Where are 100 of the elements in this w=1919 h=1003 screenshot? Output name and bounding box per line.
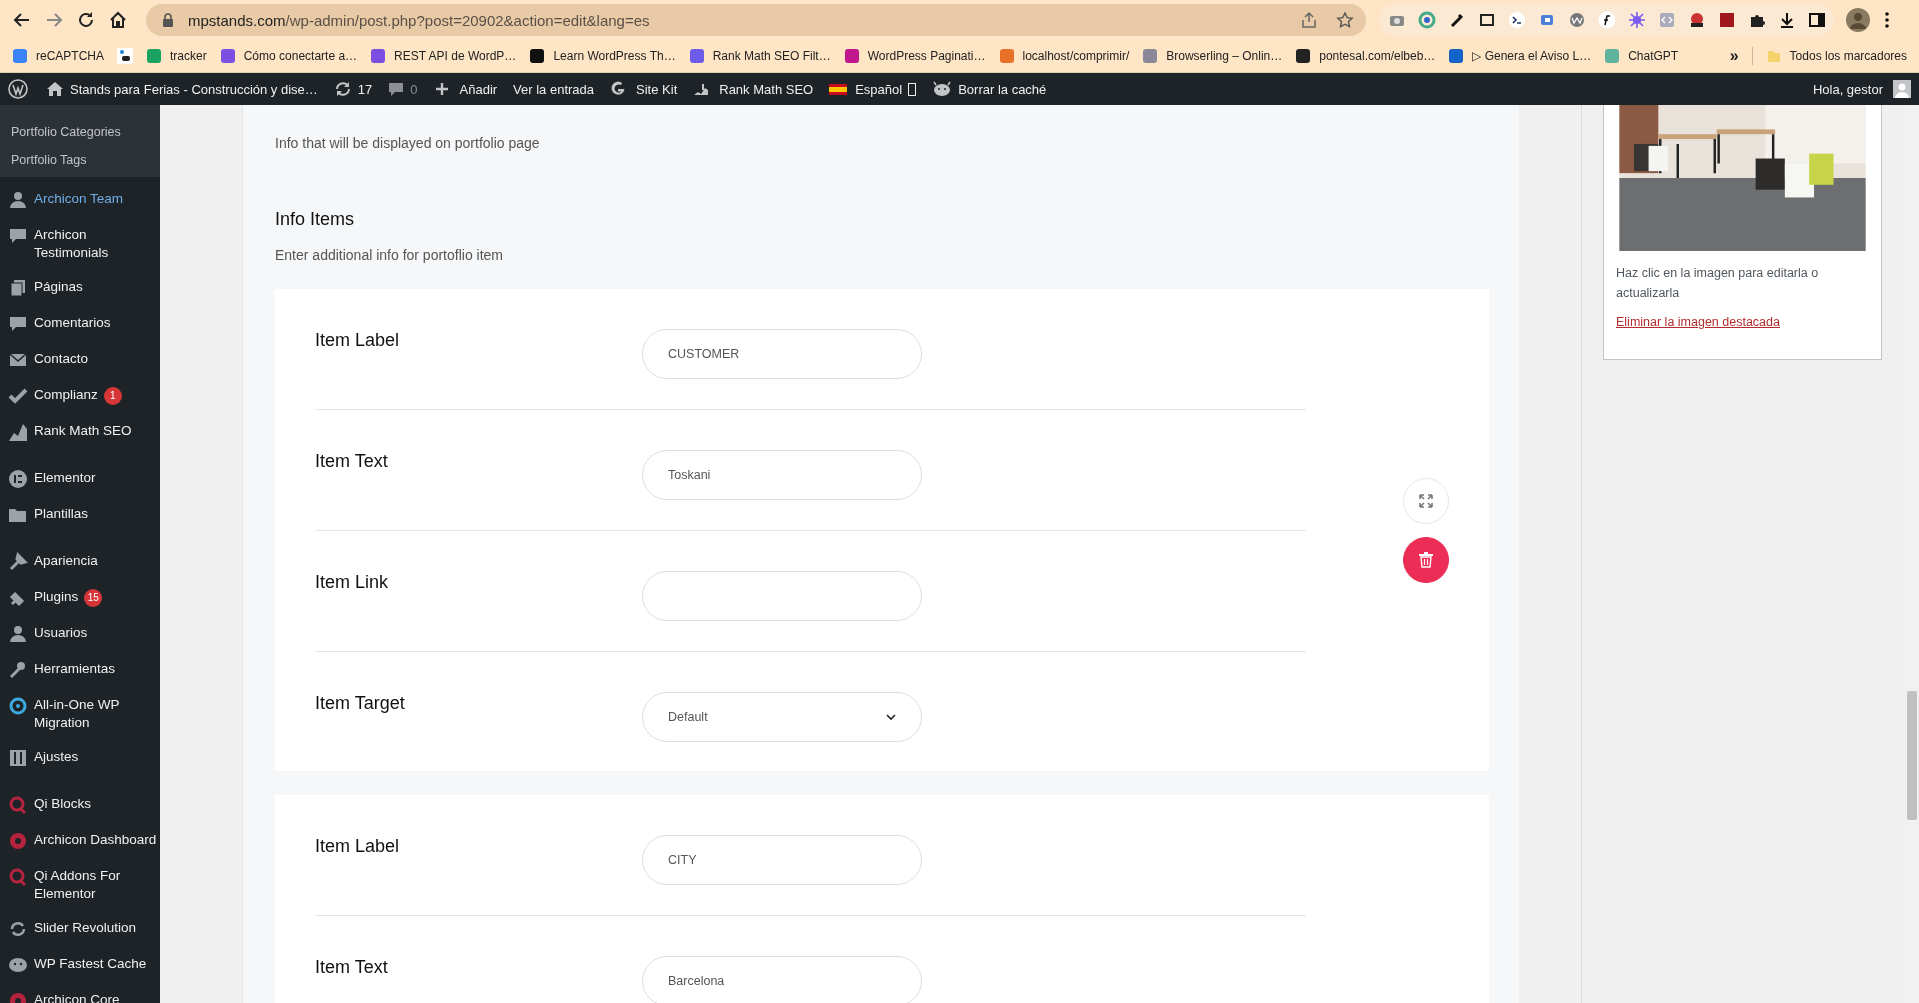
- home-icon[interactable]: [108, 10, 128, 30]
- remove-image-link[interactable]: Eliminar la imagen destacada: [1616, 315, 1780, 329]
- sidebar-menu-item[interactable]: Rank Math SEO: [34, 422, 132, 440]
- avatar-icon[interactable]: [1846, 8, 1870, 32]
- chart-icon: [8, 422, 28, 442]
- animal-head-icon: [8, 955, 28, 975]
- updates-link[interactable]: 17: [333, 81, 373, 97]
- wordpress-logo-icon[interactable]: [8, 79, 28, 99]
- bookmark[interactable]: pontesal.com/elbeb…: [1295, 48, 1436, 64]
- sidebar-menu-item[interactable]: Contacto: [34, 350, 89, 368]
- trash-icon: [1418, 551, 1433, 568]
- field-label: Item Label: [315, 835, 401, 858]
- address-bar[interactable]: mpstands.com/wp-admin/post.php?post=20902&action=edit&lang=es: [146, 4, 1366, 36]
- menu-icon[interactable]: [1884, 11, 1890, 29]
- bookmark[interactable]: Cómo conectarte a…: [219, 48, 358, 64]
- person-icon: [8, 190, 28, 210]
- favicon-icon: [843, 48, 860, 64]
- avatar-icon: [1893, 80, 1911, 98]
- help-text: Haz clic en la imagen para editarla o actualizarla: [1616, 265, 1820, 302]
- sidebar-menu-item[interactable]: Apariencia: [34, 552, 98, 570]
- field-label: Item Link: [315, 571, 390, 594]
- scrollbar-thumb[interactable]: [1907, 691, 1917, 820]
- input-field[interactable]: CUSTOMER: [642, 329, 922, 379]
- sidebar-menu-item[interactable]: Slider Revolution: [34, 919, 137, 937]
- flag-icon: [829, 81, 850, 97]
- bookmark[interactable]: localhost/comprimir/: [998, 48, 1130, 64]
- bookmark[interactable]: Rank Math SEO Filt…: [688, 48, 831, 64]
- admin-bar-link[interactable]: Borrar la caché: [932, 81, 1047, 97]
- bookmark[interactable]: ▷ Genera el Aviso L…: [1448, 48, 1592, 64]
- lock-icon: [162, 13, 174, 27]
- favicon-icon: [998, 48, 1015, 64]
- bookmark[interactable]: WordPress Paginati…: [843, 48, 986, 64]
- bookmark[interactable]: Learn WordPress Th…: [529, 48, 676, 64]
- target-icon: [8, 831, 28, 851]
- sidebar-menu-item[interactable]: WP Fastest Cache: [34, 955, 147, 973]
- all-bookmarks-folder[interactable]: Todos los marcadores: [1765, 48, 1907, 64]
- submenu-item[interactable]: Portfolio Categories: [0, 118, 160, 146]
- checkmark-icon: [8, 386, 28, 406]
- sidebar-menu-item[interactable]: Archicon Testimonials: [34, 226, 160, 262]
- sidebar-menu-item[interactable]: Usuarios: [34, 624, 88, 642]
- select-field[interactable]: Default: [642, 692, 922, 742]
- folder-icon: [1765, 48, 1782, 64]
- chevron-down-icon: [886, 713, 896, 721]
- favicon-icon: [219, 48, 236, 64]
- account-menu[interactable]: Hola, gestor: [1812, 80, 1911, 98]
- wrench-icon: [8, 660, 28, 680]
- admin-bar-link[interactable]: Ver la entrada: [513, 81, 595, 97]
- input-field[interactable]: Toskani: [642, 450, 922, 500]
- input-field[interactable]: [642, 571, 922, 621]
- bookmark[interactable]: REST API de WordP…: [370, 48, 517, 64]
- speech-bubble-icon: [8, 226, 28, 246]
- sidebar-menu-item[interactable]: All-in-One WP Migration: [34, 696, 160, 732]
- function-icon[interactable]: [1598, 11, 1616, 29]
- section-heading: Info Items: [275, 208, 356, 231]
- input-field[interactable]: Barcelona: [642, 956, 922, 1003]
- pages-icon: [8, 278, 28, 298]
- more-bookmarks-button[interactable]: »: [1729, 47, 1739, 65]
- sidebar-menu-item[interactable]: Archicon Dashboard: [34, 831, 157, 849]
- admin-bar-link[interactable]: Español: [829, 81, 917, 97]
- admin-bar-link[interactable]: Site Kit: [610, 81, 678, 97]
- sidebar-menu-item[interactable]: Páginas: [34, 278, 83, 296]
- sidebar-menu-item[interactable]: Qi Addons For Elementor: [34, 867, 160, 903]
- sidebar-menu-item[interactable]: Plugins 15: [34, 588, 103, 607]
- animal-head-icon: [932, 81, 953, 97]
- bookmark[interactable]: ChatGPT: [1604, 48, 1679, 64]
- bookmark[interactable]: tracker: [146, 48, 207, 64]
- sidebar-menu-item[interactable]: Herramientas: [34, 660, 116, 678]
- sidebar-menu-item[interactable]: Complianz 1: [34, 386, 122, 405]
- favicon-icon: [688, 48, 705, 64]
- sidebar-menu-item[interactable]: Elementor: [34, 469, 96, 487]
- sidebar-icon[interactable]: [1808, 11, 1826, 29]
- sidebar-menu-item[interactable]: Qi Blocks: [34, 795, 91, 813]
- favicon-icon: [1448, 48, 1465, 64]
- admin-bar-link[interactable]: Añadir: [433, 81, 498, 97]
- square-icon[interactable]: [1718, 11, 1736, 29]
- terminal-icon[interactable]: [1508, 11, 1526, 29]
- sliders-icon: [8, 748, 28, 768]
- globe-icon[interactable]: [1568, 11, 1586, 29]
- comments-link[interactable]: 0: [388, 81, 418, 97]
- ring-icon[interactable]: [1418, 11, 1436, 29]
- input-field[interactable]: CITY: [642, 835, 922, 885]
- site-title-link[interactable]: Stands para Ferias - Construcción y dise…: [46, 81, 318, 97]
- sparkle-icon[interactable]: [1628, 11, 1646, 29]
- admin-bar-link[interactable]: Rank Math SEO: [693, 81, 814, 97]
- star-icon[interactable]: [1336, 11, 1354, 29]
- sidebar-menu-item[interactable]: Comentarios: [34, 314, 111, 332]
- bookmark[interactable]: reCAPTCHA: [12, 48, 104, 64]
- eyedropper-icon[interactable]: [1448, 11, 1466, 29]
- submenu-item[interactable]: Portfolio Tags: [0, 146, 160, 174]
- bookmark-icon[interactable]: [117, 48, 133, 64]
- bookmark[interactable]: Browserling – Onlin…: [1142, 48, 1283, 64]
- sidebar-menu-item[interactable]: Ajustes: [34, 748, 79, 766]
- favicon-icon: [370, 48, 387, 64]
- sidebar-menu-item[interactable]: Plantillas: [34, 505, 89, 523]
- screenshot-icon[interactable]: [1478, 11, 1496, 29]
- ring-icon: [8, 696, 28, 716]
- reload-icon[interactable]: [76, 10, 96, 30]
- share-icon[interactable]: [1300, 11, 1318, 29]
- sidebar-menu-item[interactable]: Archicon Team: [34, 190, 124, 208]
- download-icon[interactable]: [1778, 11, 1796, 29]
